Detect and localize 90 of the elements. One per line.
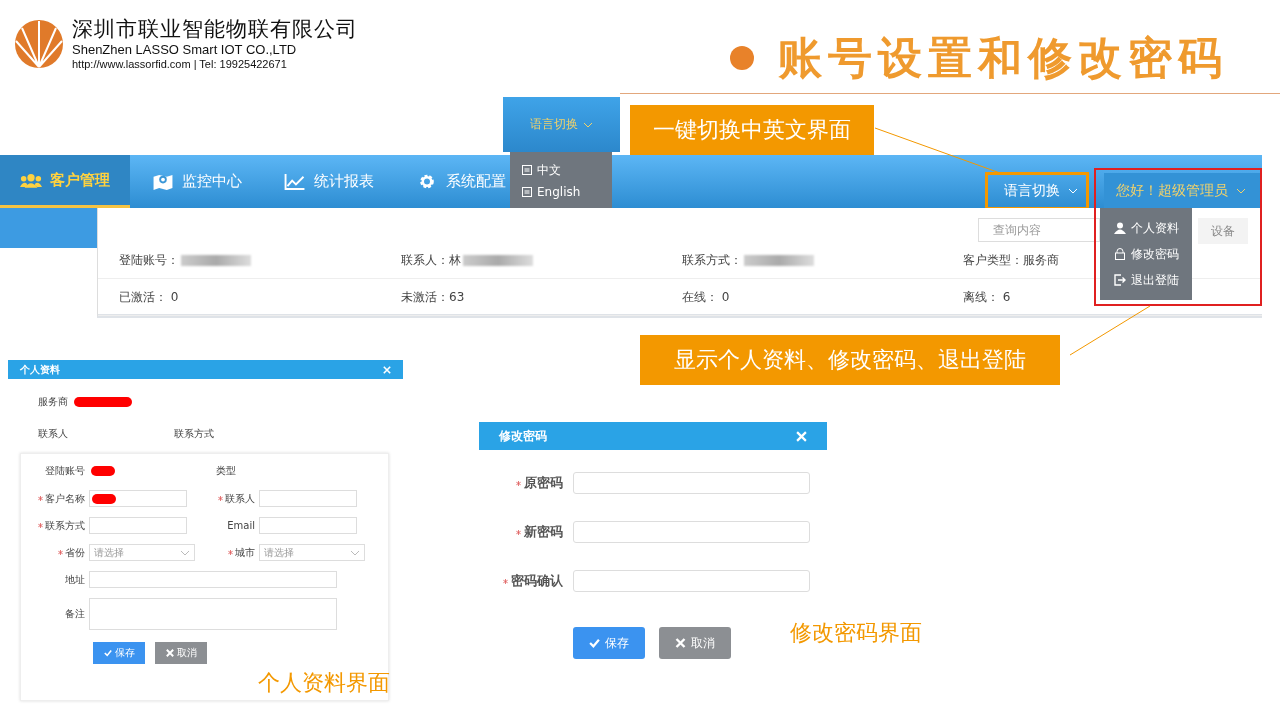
- field-label: 地址: [65, 572, 85, 587]
- info-text: 联系方式：: [682, 251, 742, 269]
- logout-icon: [1114, 274, 1126, 286]
- search-field[interactable]: 查询内容: [978, 218, 1100, 242]
- field-label: 服务商: [38, 395, 68, 409]
- caret-icon: [180, 549, 190, 556]
- user-menu-item[interactable]: 个人资料: [1114, 219, 1192, 237]
- user-menu-item[interactable]: 退出登陆: [1114, 271, 1192, 289]
- logo-icon: [14, 18, 64, 69]
- lock-icon: [1114, 248, 1126, 260]
- slide-title: 账号设置和修改密码: [778, 31, 1228, 85]
- redaction-mark: [91, 466, 115, 476]
- user-menu-label: 退出登陆: [1131, 271, 1179, 289]
- user-menu-label: 个人资料: [1131, 219, 1179, 237]
- caret-icon: [583, 121, 593, 128]
- cancel-button[interactable]: 取消: [155, 642, 207, 664]
- info-text: 登陆账号：: [119, 251, 179, 269]
- select-placeholder: 请选择: [264, 545, 294, 560]
- info-text: 联系人：林: [401, 251, 461, 269]
- field-label: 城市: [235, 545, 255, 560]
- redaction-mark: [74, 397, 132, 407]
- save-button[interactable]: 保存: [93, 642, 145, 664]
- bullet-icon: [730, 46, 754, 70]
- field-label: 联系方式: [45, 518, 85, 533]
- company-name: 深圳市联业智能物联有限公司: [72, 16, 358, 42]
- caption: 修改密码界面: [790, 619, 922, 647]
- caption: 个人资料界面: [258, 669, 390, 697]
- field-label: 联系人: [38, 427, 69, 441]
- cross-icon: [675, 638, 686, 648]
- password-field[interactable]: [573, 521, 810, 543]
- input-field[interactable]: [89, 517, 187, 534]
- select-field[interactable]: 请选择: [89, 544, 195, 561]
- document-icon: [522, 165, 532, 175]
- nav-tab[interactable]: 监控中心: [132, 155, 262, 208]
- caret-icon: [350, 549, 360, 556]
- user-icon: [1114, 222, 1126, 234]
- company-name-english: ShenZhen LASSO Smart IOT CO.,LTD: [72, 42, 298, 57]
- info-text: 未激活：63: [401, 288, 465, 306]
- language-option-label: English: [537, 184, 581, 199]
- close-icon[interactable]: [796, 430, 807, 442]
- document-icon: [522, 186, 532, 197]
- check-icon: [589, 638, 600, 648]
- close-icon[interactable]: [383, 365, 391, 374]
- info-text: 已激活： 0: [119, 288, 179, 306]
- field-label: 客户名称: [45, 491, 85, 506]
- select-field[interactable]: 请选择: [259, 544, 365, 561]
- callout-label: 显示个人资料、修改密码、退出登陆: [640, 335, 1060, 385]
- language-button-zoom[interactable]: 语言切换: [503, 97, 620, 152]
- password-field[interactable]: [573, 570, 810, 592]
- callout-label: 一键切换中英文界面: [630, 105, 874, 155]
- input-field[interactable]: [89, 571, 337, 588]
- user-menu-label: 修改密码: [1131, 245, 1179, 263]
- language-option-label: 中文: [537, 161, 561, 179]
- dialog-title: 修改密码: [499, 427, 547, 445]
- field-label: 备注: [65, 607, 85, 621]
- field-label: 联系方式: [174, 427, 214, 441]
- save-button[interactable]: 保存: [573, 627, 645, 659]
- nav-tab[interactable]: 客户管理: [0, 155, 130, 208]
- field-label: 省份: [65, 545, 85, 560]
- company-contact: http://www.lassorfid.com | Tel: 19925422671: [72, 57, 288, 71]
- line-chart-icon: [284, 173, 306, 190]
- input-field[interactable]: [259, 490, 357, 507]
- textarea-field[interactable]: [89, 598, 337, 630]
- info-text: 离线： 6: [963, 288, 1011, 306]
- check-icon: [103, 649, 112, 657]
- field-label: 登陆账号: [44, 464, 85, 478]
- nav-tab[interactable]: 统计报表: [264, 155, 394, 208]
- info-text: 在线： 0: [682, 288, 730, 306]
- caret-icon: [1068, 187, 1078, 194]
- users-icon: [20, 171, 42, 189]
- field-label: Email: [227, 520, 255, 531]
- cross-icon: [165, 649, 174, 657]
- password-field[interactable]: [573, 472, 810, 494]
- user-menu-button[interactable]: 您好！超级管理员: [1104, 173, 1262, 208]
- field-label: 联系人: [225, 491, 255, 506]
- input-field[interactable]: [259, 517, 357, 534]
- field-label: 新密码: [524, 523, 563, 541]
- input-field[interactable]: [89, 490, 187, 507]
- field-label: 密码确认: [511, 572, 563, 590]
- field-label: 原密码: [524, 474, 563, 492]
- device-button[interactable]: 设备: [1198, 218, 1248, 244]
- map-pin-icon: [152, 173, 174, 190]
- info-text: 客户类型：服务商: [963, 251, 1059, 269]
- select-placeholder: 请选择: [94, 545, 124, 560]
- dialog-title: 个人资料: [20, 362, 60, 377]
- user-menu-item[interactable]: 修改密码: [1114, 245, 1192, 263]
- field-label: 类型: [216, 464, 236, 478]
- language-button[interactable]: 语言切换: [992, 173, 1090, 208]
- cancel-button[interactable]: 取消: [659, 627, 731, 659]
- caret-icon: [1236, 187, 1246, 194]
